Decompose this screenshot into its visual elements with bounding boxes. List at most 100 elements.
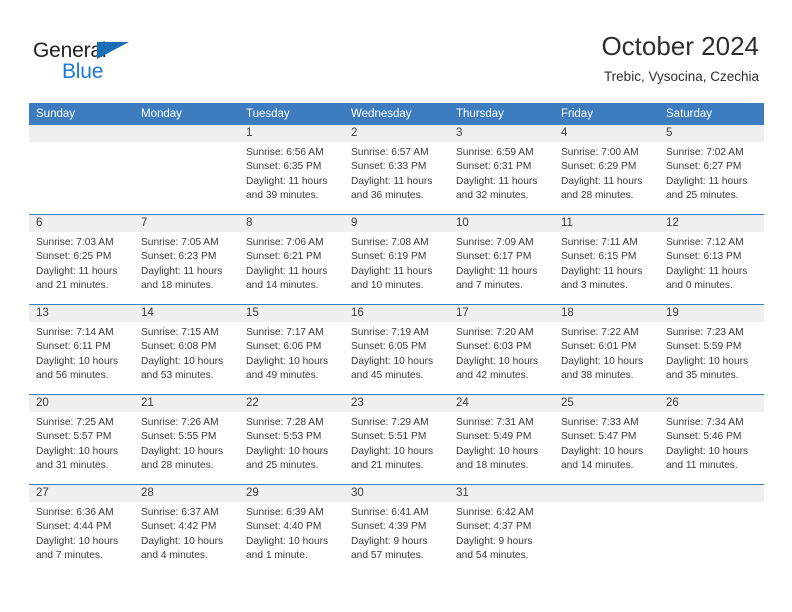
day-number: 9 bbox=[344, 215, 449, 232]
day-number: 25 bbox=[554, 395, 659, 412]
day-number: 16 bbox=[344, 305, 449, 322]
day-cell[interactable]: 19 Sunrise: 7:23 AM Sunset: 5:59 PM Dayligh… bbox=[659, 305, 764, 394]
daylight-text-cont: and 3 minutes. bbox=[561, 279, 628, 291]
day-cell[interactable]: 3 Sunrise: 6:59 AM Sunset: 6:31 PM Daylight… bbox=[449, 125, 554, 214]
sunset-text: Sunset: 5:57 PM bbox=[36, 431, 112, 443]
daylight-text: Daylight: 10 hours bbox=[36, 355, 119, 367]
sunset-text: Sunset: 6:08 PM bbox=[141, 341, 217, 353]
day-cell-empty bbox=[554, 485, 659, 574]
day-cell[interactable]: 30 Sunrise: 6:41 AM Sunset: 4:39 PM Dayligh… bbox=[344, 485, 449, 574]
sunrise-text: Sunrise: 6:41 AM bbox=[351, 507, 429, 518]
general-blue-logo[interactable]: General Blue bbox=[33, 38, 233, 86]
day-cell[interactable]: 4 Sunrise: 7:00 AM Sunset: 6:29 PM Daylight… bbox=[554, 125, 659, 214]
sunrise-text: Sunrise: 7:02 AM bbox=[666, 147, 744, 158]
sunrise-text: Sunrise: 7:29 AM bbox=[351, 417, 429, 428]
weekday-header-saturday: Saturday bbox=[666, 108, 713, 120]
day-details: Sunrise: 6:37 AM Sunset: 4:42 PM Daylight:… bbox=[134, 502, 239, 563]
daylight-text: Daylight: 11 hours bbox=[36, 265, 118, 277]
day-cell[interactable]: 24 Sunrise: 7:31 AM Sunset: 5:49 PM Dayligh… bbox=[449, 395, 554, 484]
day-cell[interactable]: 27 Sunrise: 6:36 AM Sunset: 4:44 PM Dayligh… bbox=[29, 485, 134, 574]
weekday-header-wednesday: Wednesday bbox=[351, 108, 412, 120]
day-cell[interactable]: 23 Sunrise: 7:29 AM Sunset: 5:51 PM Dayligh… bbox=[344, 395, 449, 484]
daylight-text-cont: and 21 minutes. bbox=[36, 279, 109, 291]
daylight-text: Daylight: 11 hours bbox=[666, 265, 748, 277]
day-details: Sunrise: 7:19 AM Sunset: 6:05 PM Daylight:… bbox=[344, 322, 449, 383]
daylight-text: Daylight: 10 hours bbox=[351, 355, 434, 367]
daylight-text: Daylight: 10 hours bbox=[561, 445, 644, 457]
day-number: 22 bbox=[239, 395, 344, 412]
day-cell[interactable]: 2 Sunrise: 6:57 AM Sunset: 6:33 PM Daylight… bbox=[344, 125, 449, 214]
daylight-text: Daylight: 10 hours bbox=[141, 355, 224, 367]
day-cell[interactable]: 29 Sunrise: 6:39 AM Sunset: 4:40 PM Dayligh… bbox=[239, 485, 344, 574]
day-details bbox=[659, 502, 764, 506]
day-cell[interactable]: 15 Sunrise: 7:17 AM Sunset: 6:06 PM Dayligh… bbox=[239, 305, 344, 394]
day-cell[interactable]: 26 Sunrise: 7:34 AM Sunset: 5:46 PM Dayligh… bbox=[659, 395, 764, 484]
day-details: Sunrise: 7:23 AM Sunset: 5:59 PM Daylight:… bbox=[659, 322, 764, 383]
sunrise-text: Sunrise: 6:57 AM bbox=[351, 147, 429, 158]
daylight-text: Daylight: 10 hours bbox=[246, 355, 329, 367]
day-cell[interactable]: 5 Sunrise: 7:02 AM Sunset: 6:27 PM Daylight… bbox=[659, 125, 764, 214]
day-details: Sunrise: 7:17 AM Sunset: 6:06 PM Daylight:… bbox=[239, 322, 344, 383]
day-cell[interactable]: 31 Sunrise: 6:42 AM Sunset: 4:37 PM Dayligh… bbox=[449, 485, 554, 574]
day-details bbox=[134, 142, 239, 146]
day-details: Sunrise: 7:05 AM Sunset: 6:23 PM Daylight:… bbox=[134, 232, 239, 293]
day-number: 12 bbox=[659, 215, 764, 232]
title-block: October 2024 Trebic, Vysocina, Czechia bbox=[601, 30, 759, 87]
day-cell[interactable]: 28 Sunrise: 6:37 AM Sunset: 4:42 PM Dayligh… bbox=[134, 485, 239, 574]
daylight-text-cont: and 57 minutes. bbox=[351, 549, 424, 561]
day-cell[interactable]: 16 Sunrise: 7:19 AM Sunset: 6:05 PM Dayligh… bbox=[344, 305, 449, 394]
day-cell[interactable]: 1 Sunrise: 6:56 AM Sunset: 6:35 PM Daylight… bbox=[239, 125, 344, 214]
sunset-text: Sunset: 6:19 PM bbox=[351, 251, 427, 263]
day-details: Sunrise: 7:00 AM Sunset: 6:29 PM Daylight:… bbox=[554, 142, 659, 203]
day-cell[interactable]: 25 Sunrise: 7:33 AM Sunset: 5:47 PM Dayligh… bbox=[554, 395, 659, 484]
day-number: 6 bbox=[29, 215, 134, 232]
day-number: 24 bbox=[449, 395, 554, 412]
day-details: Sunrise: 7:31 AM Sunset: 5:49 PM Daylight:… bbox=[449, 412, 554, 473]
daylight-text-cont: and 49 minutes. bbox=[246, 369, 319, 381]
day-cell[interactable]: 18 Sunrise: 7:22 AM Sunset: 6:01 PM Dayligh… bbox=[554, 305, 659, 394]
sunrise-text: Sunrise: 7:05 AM bbox=[141, 237, 219, 248]
sunrise-text: Sunrise: 6:56 AM bbox=[246, 147, 324, 158]
sunrise-text: Sunrise: 7:26 AM bbox=[141, 417, 219, 428]
day-number: 7 bbox=[134, 215, 239, 232]
day-details: Sunrise: 7:15 AM Sunset: 6:08 PM Daylight:… bbox=[134, 322, 239, 383]
day-cell[interactable]: 10 Sunrise: 7:09 AM Sunset: 6:17 PM Dayligh… bbox=[449, 215, 554, 304]
day-details: Sunrise: 7:09 AM Sunset: 6:17 PM Daylight:… bbox=[449, 232, 554, 293]
day-details: Sunrise: 7:14 AM Sunset: 6:11 PM Daylight:… bbox=[29, 322, 134, 383]
sunset-text: Sunset: 4:44 PM bbox=[36, 521, 112, 533]
sunset-text: Sunset: 6:13 PM bbox=[666, 251, 742, 263]
day-cell[interactable]: 13 Sunrise: 7:14 AM Sunset: 6:11 PM Dayligh… bbox=[29, 305, 134, 394]
daylight-text: Daylight: 9 hours bbox=[351, 535, 428, 547]
sunset-text: Sunset: 5:53 PM bbox=[246, 431, 322, 443]
day-cell[interactable]: 14 Sunrise: 7:15 AM Sunset: 6:08 PM Dayligh… bbox=[134, 305, 239, 394]
weekday-header-sunday: Sunday bbox=[36, 108, 76, 120]
day-cell[interactable]: 8 Sunrise: 7:06 AM Sunset: 6:21 PM Daylight… bbox=[239, 215, 344, 304]
day-cell[interactable]: 12 Sunrise: 7:12 AM Sunset: 6:13 PM Dayligh… bbox=[659, 215, 764, 304]
day-details: Sunrise: 7:33 AM Sunset: 5:47 PM Daylight:… bbox=[554, 412, 659, 473]
day-cell[interactable]: 17 Sunrise: 7:20 AM Sunset: 6:03 PM Dayligh… bbox=[449, 305, 554, 394]
day-cell[interactable]: 11 Sunrise: 7:11 AM Sunset: 6:15 PM Dayligh… bbox=[554, 215, 659, 304]
day-cell[interactable]: 9 Sunrise: 7:08 AM Sunset: 6:19 PM Daylight… bbox=[344, 215, 449, 304]
day-cell[interactable]: 7 Sunrise: 7:05 AM Sunset: 6:23 PM Daylight… bbox=[134, 215, 239, 304]
day-details: Sunrise: 7:06 AM Sunset: 6:21 PM Daylight:… bbox=[239, 232, 344, 293]
day-cell[interactable]: 6 Sunrise: 7:03 AM Sunset: 6:25 PM Daylight… bbox=[29, 215, 134, 304]
sunset-text: Sunset: 6:31 PM bbox=[456, 161, 532, 173]
day-details: Sunrise: 7:26 AM Sunset: 5:55 PM Daylight:… bbox=[134, 412, 239, 473]
daylight-text: Daylight: 10 hours bbox=[456, 445, 539, 457]
logo-text-blue: Blue bbox=[62, 60, 104, 83]
sunset-text: Sunset: 6:11 PM bbox=[36, 341, 111, 353]
weekday-header-friday: Friday bbox=[561, 108, 593, 120]
daylight-text: Daylight: 10 hours bbox=[456, 355, 539, 367]
daylight-text-cont: and 54 minutes. bbox=[456, 549, 529, 561]
day-details: Sunrise: 6:42 AM Sunset: 4:37 PM Daylight:… bbox=[449, 502, 554, 563]
sunrise-text: Sunrise: 7:23 AM bbox=[666, 327, 744, 338]
sunset-text: Sunset: 6:23 PM bbox=[141, 251, 217, 263]
sunrise-text: Sunrise: 7:33 AM bbox=[561, 417, 639, 428]
daylight-text: Daylight: 9 hours bbox=[456, 535, 533, 547]
day-cell[interactable]: 20 Sunrise: 7:25 AM Sunset: 5:57 PM Dayligh… bbox=[29, 395, 134, 484]
day-details: Sunrise: 6:56 AM Sunset: 6:35 PM Daylight:… bbox=[239, 142, 344, 203]
daylight-text-cont: and 42 minutes. bbox=[456, 369, 529, 381]
day-cell[interactable]: 22 Sunrise: 7:28 AM Sunset: 5:53 PM Dayligh… bbox=[239, 395, 344, 484]
sunset-text: Sunset: 6:06 PM bbox=[246, 341, 322, 353]
day-cell[interactable]: 21 Sunrise: 7:26 AM Sunset: 5:55 PM Dayligh… bbox=[134, 395, 239, 484]
